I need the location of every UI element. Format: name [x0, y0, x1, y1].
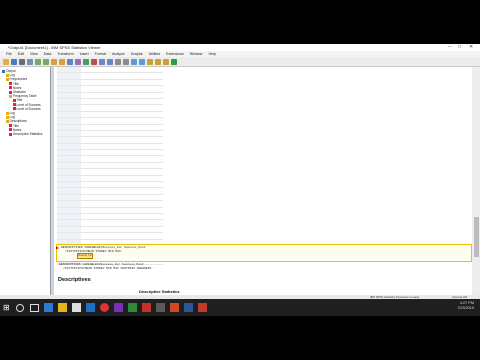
pane-splitter[interactable]: [51, 67, 54, 295]
open-icon[interactable]: [3, 58, 9, 65]
item-icon: [12, 107, 16, 111]
chrome-icon[interactable]: [100, 303, 109, 312]
book-icon: [5, 73, 9, 77]
spss-viewer-window: *Output1 [Document1] - IBM SPSS Statisti…: [0, 44, 480, 299]
syntax-line: /STATISTICS=MEAN STDDEV MIN MAX KURTOSIS…: [63, 266, 154, 270]
book-icon: [9, 94, 12, 98]
mail-icon[interactable]: [86, 303, 95, 312]
insert-title-icon[interactable]: [155, 58, 161, 65]
expand-icon[interactable]: [115, 58, 121, 65]
maximize-button[interactable]: □: [458, 44, 461, 51]
start-icon[interactable]: ⊞: [3, 303, 12, 312]
app-icon[interactable]: [114, 303, 123, 312]
goto-case-icon[interactable]: [59, 58, 65, 65]
output-content: Total100100.0100.0 ▶ DESCRIPTIVES VARIAB…: [55, 67, 472, 295]
outline-item[interactable]: Level of Success: [12, 106, 41, 111]
variables-icon[interactable]: [75, 58, 81, 65]
designate-window-icon[interactable]: [83, 58, 89, 65]
word-icon[interactable]: [184, 303, 193, 312]
item-icon: [9, 132, 12, 136]
powerpoint-icon[interactable]: [170, 303, 179, 312]
insert-heading-icon[interactable]: [147, 58, 153, 65]
item-icon: [9, 82, 12, 86]
item-icon: [9, 124, 12, 128]
book-icon: [5, 78, 9, 82]
system-tray[interactable]: 4:27 PM 7/23/2019: [457, 301, 474, 311]
demote-icon[interactable]: [107, 58, 113, 65]
collapse-icon[interactable]: [123, 58, 129, 65]
recall-dialog-icon[interactable]: [27, 58, 33, 65]
item-icon: [9, 86, 12, 90]
file-explorer-icon[interactable]: [58, 303, 67, 312]
window-title: *Output1 [Document1] - IBM SPSS Statisti…: [8, 45, 101, 50]
promote-icon[interactable]: [99, 58, 105, 65]
spss-icon[interactable]: [198, 303, 207, 312]
outline-item[interactable]: Descriptive Statistics: [9, 132, 42, 136]
app-icon[interactable]: [156, 303, 165, 312]
close-button[interactable]: ✕: [469, 44, 473, 51]
undo-icon[interactable]: [35, 58, 41, 65]
frequency-table: Total100100.0100.0: [57, 67, 163, 266]
windows-taskbar: ⊞ 4:27 PM 7/23/2019: [0, 299, 480, 316]
run-icon[interactable]: [171, 58, 177, 65]
book-icon: [5, 115, 9, 119]
redo-icon[interactable]: [43, 58, 49, 65]
show-icon[interactable]: [131, 58, 137, 65]
toolbar: [0, 57, 480, 67]
show-all-icon[interactable]: [91, 58, 97, 65]
search-icon[interactable]: [16, 304, 24, 312]
app-icon[interactable]: [128, 303, 137, 312]
scrollbar-thumb[interactable]: [473, 217, 479, 257]
print-icon[interactable]: [19, 58, 25, 65]
item-icon: [12, 99, 16, 103]
clock-date: 7/23/2019: [457, 306, 474, 310]
outline-item-label: Descriptive Statistics: [13, 132, 43, 136]
minimize-button[interactable]: –: [448, 44, 451, 51]
title-bar: *Output1 [Document1] - IBM SPSS Statisti…: [0, 44, 480, 51]
selection-arrow-icon: ▶: [56, 245, 60, 250]
vertical-scrollbar[interactable]: [472, 67, 480, 295]
book-icon: [5, 120, 9, 124]
edge-icon[interactable]: [44, 303, 53, 312]
task-view-icon[interactable]: [30, 304, 39, 312]
tooltip: Success_For: [77, 253, 93, 259]
app-icon[interactable]: [142, 303, 151, 312]
goto-variable-icon[interactable]: [67, 58, 73, 65]
outline-pane: Output Log Frequencies Title Notes Statistics…: [0, 67, 51, 295]
descriptives-heading: Descriptives: [58, 277, 91, 283]
syntax-log-block[interactable]: ▶ DESCRIPTIVES VARIABLES=Success_For Suc…: [56, 244, 472, 262]
item-icon: [9, 128, 12, 132]
store-icon[interactable]: [72, 303, 81, 312]
item-icon: [12, 103, 16, 107]
goto-data-icon[interactable]: [51, 58, 57, 65]
syntax-line: /STATISTICS=MEAN STDDEV MIN MAX.: [65, 249, 123, 253]
save-icon[interactable]: [11, 58, 17, 65]
insert-text-icon[interactable]: [163, 58, 169, 65]
table-title: Descriptive Statistics: [139, 289, 180, 294]
hide-icon[interactable]: [139, 58, 145, 65]
outline-item-label: Level of Success: [16, 106, 41, 111]
